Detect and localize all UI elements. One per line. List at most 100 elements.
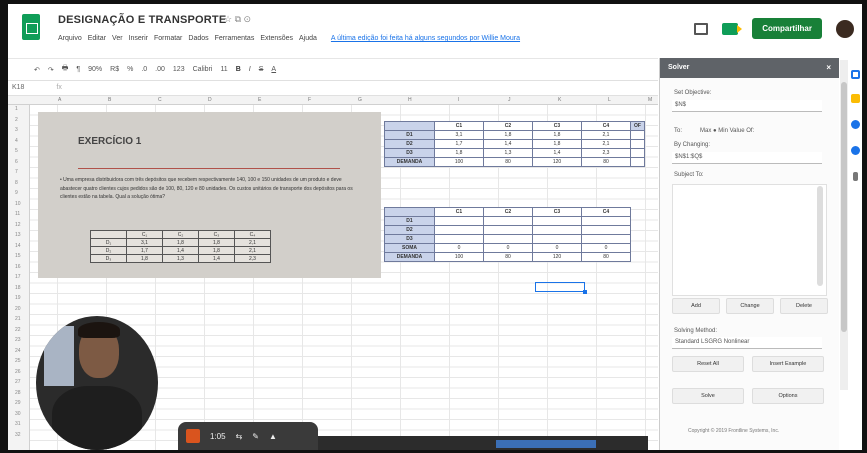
meet-icon[interactable]	[722, 22, 743, 35]
table-cell[interactable]: D3	[384, 148, 435, 158]
table-cell[interactable]: 120	[532, 157, 582, 167]
switch-icon[interactable]: ⇆	[236, 432, 243, 441]
table-cell[interactable]: 80	[483, 157, 533, 167]
table-cell[interactable]	[434, 225, 484, 235]
currency-button[interactable]: R$	[110, 66, 119, 73]
row-header[interactable]: 16	[15, 264, 21, 270]
max-min-radio[interactable]: Max ● Min Value Of:	[700, 128, 754, 134]
strikethrough-button[interactable]: S	[259, 66, 264, 73]
row-header[interactable]: 21	[15, 316, 21, 322]
menu-item-ajuda[interactable]: Ajuda	[299, 35, 317, 42]
row-header[interactable]: 27	[15, 379, 21, 385]
table-cell[interactable]	[532, 234, 582, 244]
table-cell[interactable]: 80	[581, 252, 631, 262]
panel-scrollbar-thumb[interactable]	[841, 82, 847, 332]
table-cell[interactable]: OF	[630, 121, 645, 131]
table-cell[interactable]: 1,4	[532, 148, 582, 158]
comment-history-icon[interactable]	[694, 22, 709, 35]
table-cell[interactable]	[630, 130, 645, 140]
table-cell[interactable]	[581, 225, 631, 235]
solve-button[interactable]: Solve	[672, 388, 744, 404]
table-cell[interactable]	[630, 157, 645, 167]
table-cell[interactable]: 120	[532, 252, 582, 262]
menu-item-extensoes[interactable]: Extensões	[260, 35, 293, 42]
table-cell[interactable]	[384, 207, 435, 217]
star-move-status-icons[interactable]: ☆ ⧉ ⊙	[224, 14, 251, 25]
row-header[interactable]: 20	[15, 306, 21, 312]
sheets-logo-icon[interactable]	[22, 14, 40, 40]
row-header[interactable]: 5	[15, 148, 18, 154]
row-header[interactable]: 30	[15, 411, 21, 417]
row-header[interactable]: 10	[15, 201, 21, 207]
row-header[interactable]: 1	[15, 106, 18, 112]
font-size-select[interactable]: 11	[220, 66, 227, 73]
delete-button[interactable]: Delete	[780, 298, 828, 314]
row-header[interactable]: 29	[15, 400, 21, 406]
print-icon[interactable]: 🖶	[62, 64, 69, 75]
column-header[interactable]: E	[258, 97, 261, 103]
table-cell[interactable]	[483, 216, 533, 226]
table-cell[interactable]	[630, 148, 645, 158]
table-cell[interactable]	[483, 225, 533, 235]
table-cell[interactable]: 1,4	[483, 139, 533, 149]
selected-cell[interactable]	[535, 282, 587, 294]
table-cell[interactable]: D2	[384, 139, 435, 149]
by-changing-input[interactable]: $N$1:$Q$	[672, 152, 822, 164]
table-cell[interactable]: DEMANDA	[384, 157, 435, 167]
table-cell[interactable]: D3	[384, 234, 435, 244]
number-format-select[interactable]: 123	[173, 66, 185, 73]
column-header[interactable]: B	[108, 97, 111, 103]
menu-item-ver[interactable]: Ver	[112, 35, 123, 42]
italic-button[interactable]: I	[249, 66, 251, 73]
table-cell[interactable]: 3,1	[434, 130, 484, 140]
row-header[interactable]: 18	[15, 285, 21, 291]
table-cell[interactable]: 1,8	[532, 130, 582, 140]
column-header[interactable]: A	[58, 97, 61, 103]
table-cell[interactable]: 1,8	[483, 130, 533, 140]
menu-item-dados[interactable]: Dados	[188, 35, 208, 42]
table-cell[interactable]: 0	[581, 243, 631, 253]
table-cell[interactable]: 1,3	[483, 148, 533, 158]
table-cell[interactable]: DEMANDA	[384, 252, 435, 262]
last-edit-link[interactable]: A última edição foi feita há alguns segu…	[331, 35, 520, 42]
options-button[interactable]: Options	[752, 388, 824, 404]
table-cell[interactable]: 2,1	[581, 139, 631, 149]
table-cell[interactable]: 100	[434, 157, 484, 167]
row-header[interactable]: 12	[15, 222, 21, 228]
increase-decimal-button[interactable]: .00	[155, 66, 165, 73]
table-cell[interactable]: 0	[532, 243, 582, 253]
table-cell[interactable]: C3	[532, 207, 582, 217]
table-cell[interactable]: C4	[581, 207, 631, 217]
table-cell[interactable]	[581, 216, 631, 226]
row-header[interactable]: 14	[15, 243, 21, 249]
add-button[interactable]: Add	[672, 298, 720, 314]
row-header[interactable]: 4	[15, 138, 18, 144]
row-header[interactable]: 17	[15, 274, 21, 280]
active-sheet-tab[interactable]	[496, 440, 596, 448]
table-cell[interactable]: 80	[581, 157, 631, 167]
menu-item-arquivo[interactable]: Arquivo	[58, 35, 82, 42]
row-header[interactable]: 2	[15, 117, 18, 123]
table-cell[interactable]: 2,1	[581, 130, 631, 140]
calendar-icon[interactable]	[851, 70, 860, 79]
table-cell[interactable]: 1,7	[434, 139, 484, 149]
zoom-select[interactable]: 90%	[88, 66, 102, 73]
column-header[interactable]: D	[208, 97, 212, 103]
row-header[interactable]: 11	[15, 211, 20, 217]
table-cell[interactable]: 100	[434, 252, 484, 262]
table-cell[interactable]: D1	[384, 130, 435, 140]
decrease-decimal-button[interactable]: .0	[141, 66, 147, 73]
row-header[interactable]: 15	[15, 253, 21, 259]
constraints-list[interactable]	[672, 184, 827, 296]
row-header[interactable]: 13	[15, 232, 21, 238]
column-header[interactable]: L	[608, 97, 611, 103]
bold-button[interactable]: B	[236, 66, 241, 73]
column-header[interactable]: C	[158, 97, 162, 103]
column-header[interactable]: F	[308, 97, 311, 103]
table-cell[interactable]: C2	[483, 207, 533, 217]
change-button[interactable]: Change	[726, 298, 774, 314]
collapse-icon[interactable]: ▲	[269, 432, 277, 441]
table-cell[interactable]: 0	[483, 243, 533, 253]
reset-all-button[interactable]: Reset All	[672, 356, 744, 372]
table-cell[interactable]	[434, 216, 484, 226]
